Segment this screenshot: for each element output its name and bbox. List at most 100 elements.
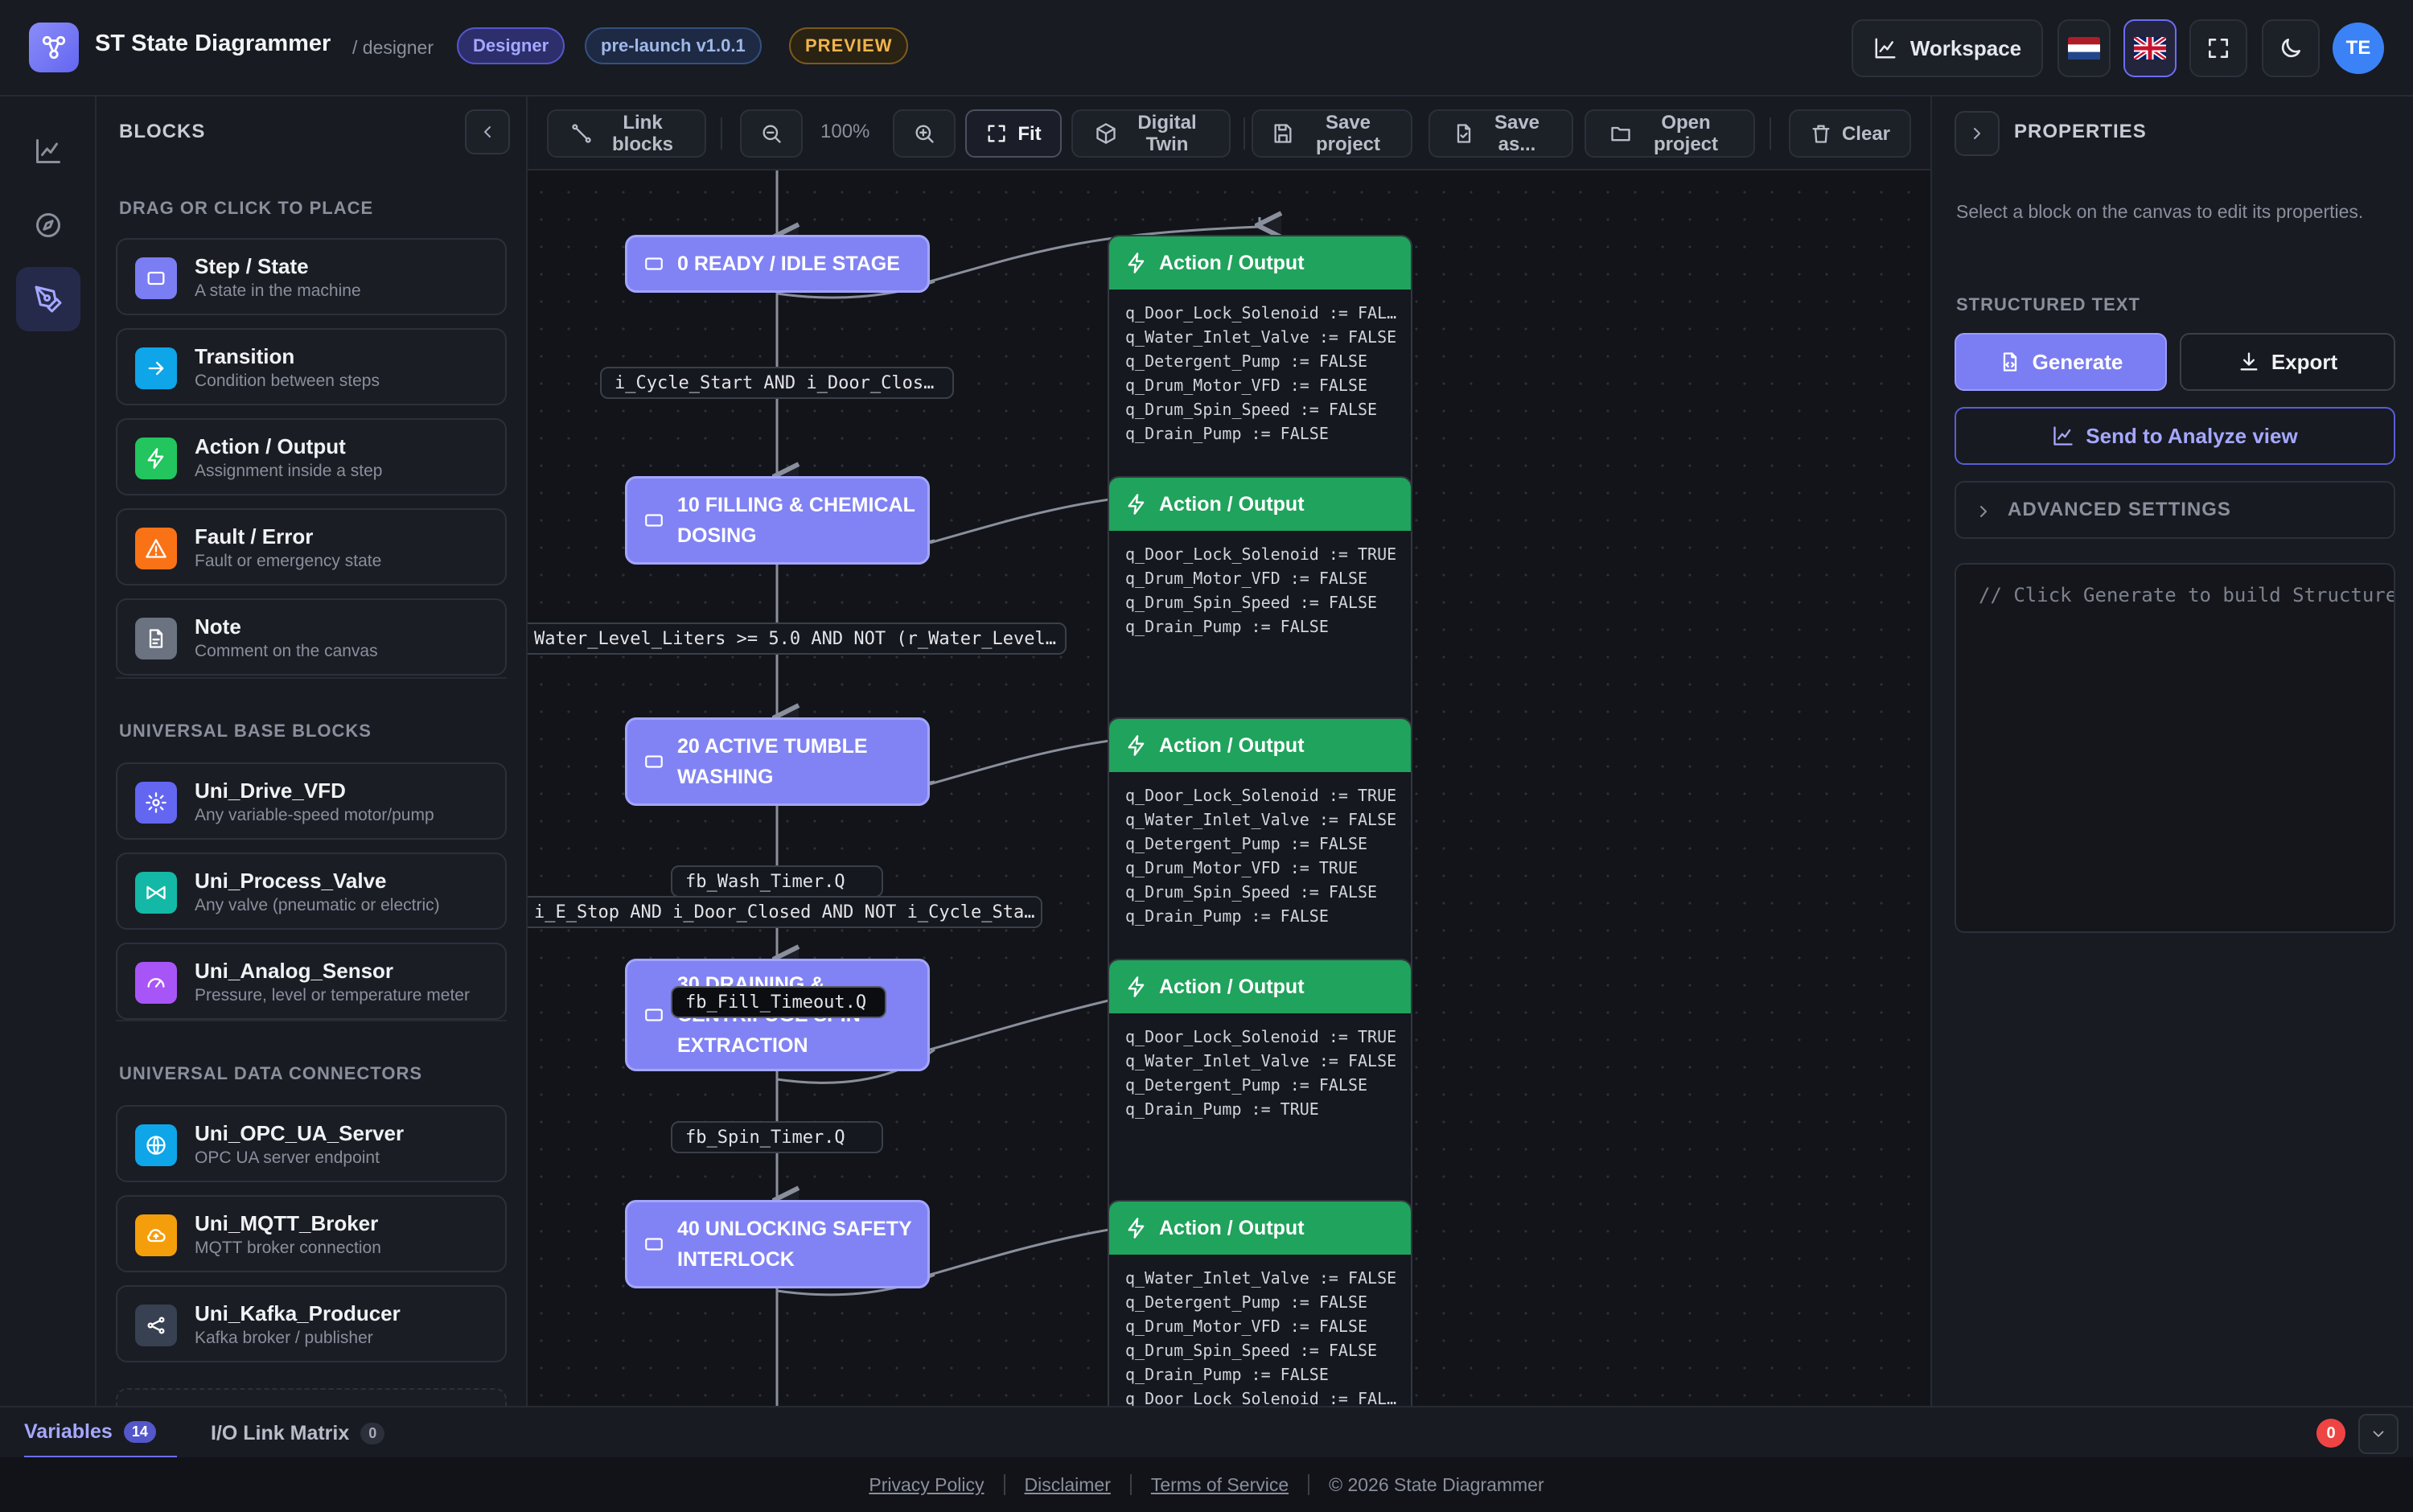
download-icon bbox=[2238, 351, 2260, 373]
rail-analytics-button[interactable] bbox=[16, 119, 80, 183]
zap-icon bbox=[1125, 252, 1148, 274]
state-node[interactable]: 0 READY / IDLE STAGE bbox=[625, 235, 930, 293]
toolbar-divider bbox=[721, 117, 722, 150]
diagram-canvas[interactable]: Link blocks 100% Fit Digital Twin Save p… bbox=[528, 97, 1930, 1406]
state-node[interactable]: 10 FILLING & CHEMICAL DOSING bbox=[625, 476, 930, 565]
block-card-description: OPC UA server endpoint bbox=[195, 1148, 380, 1167]
square-icon bbox=[643, 253, 664, 274]
collapse-blocks-button[interactable] bbox=[465, 109, 510, 154]
user-avatar[interactable]: TE bbox=[2333, 23, 2384, 74]
action-line: q_Detergent_Pump := FALSE bbox=[1125, 1292, 1368, 1312]
clear-button[interactable]: Clear bbox=[1789, 109, 1911, 158]
collapse-properties-button[interactable] bbox=[1955, 111, 2000, 156]
terms-of-service-link[interactable]: Terms of Service bbox=[1151, 1474, 1289, 1496]
clear-label: Clear bbox=[1841, 122, 1891, 145]
language-en-button[interactable] bbox=[2123, 19, 2177, 77]
warning-icon bbox=[135, 528, 177, 569]
cube-icon bbox=[1095, 122, 1117, 145]
cloud-icon bbox=[135, 1214, 177, 1256]
block-card[interactable]: Action / Output Assignment inside a step bbox=[116, 418, 507, 495]
action-node[interactable]: Action / Output q_Water_Inlet_Valve := F… bbox=[1108, 1200, 1412, 1406]
action-header: Action / Output bbox=[1109, 236, 1411, 290]
link-blocks-label: Link blocks bbox=[611, 112, 674, 155]
footer: Privacy Policy Disclaimer Terms of Servi… bbox=[0, 1457, 2413, 1512]
open-project-label: Open project bbox=[1653, 112, 1718, 155]
advanced-settings-label: ADVANCED SETTINGS bbox=[2008, 499, 2231, 520]
transition-condition[interactable]: Water_Level_Liters >= 5.0 AND NOT (r_Wat… bbox=[528, 622, 1067, 655]
zap-icon bbox=[1125, 493, 1148, 516]
gauge-icon bbox=[135, 962, 177, 1004]
toggle-bottom-panel-button[interactable] bbox=[2358, 1414, 2399, 1454]
zoom-in-button[interactable] bbox=[893, 109, 956, 158]
link-icon bbox=[570, 122, 593, 145]
rail-designer-button[interactable] bbox=[16, 267, 80, 331]
tab-io-link-matrix[interactable]: I/O Link Matrix 0 bbox=[211, 1407, 385, 1459]
file-icon bbox=[135, 618, 177, 659]
nav-rail bbox=[0, 97, 97, 1406]
generate-button[interactable]: Generate bbox=[1955, 333, 2167, 391]
block-card[interactable]: Uni_Kafka_Producer Kafka broker / publish… bbox=[116, 1285, 507, 1362]
more-blocks-card[interactable] bbox=[116, 1388, 507, 1406]
action-title: Action / Output bbox=[1159, 1216, 1305, 1239]
block-card[interactable]: Note Comment on the canvas bbox=[116, 598, 507, 676]
action-line: q_Water_Inlet_Valve := FALSE bbox=[1125, 1051, 1397, 1070]
privacy-policy-link[interactable]: Privacy Policy bbox=[869, 1474, 984, 1496]
gear-icon bbox=[135, 782, 177, 824]
block-card[interactable]: Fault / Error Fault or emergency state bbox=[116, 508, 507, 585]
save-as-label: Save as... bbox=[1494, 112, 1540, 155]
square-icon bbox=[643, 1005, 664, 1025]
chevron-right-icon bbox=[1974, 502, 1993, 521]
export-button[interactable]: Export bbox=[2180, 333, 2395, 391]
workspace-button[interactable]: Workspace bbox=[1852, 19, 2043, 77]
block-card[interactable]: Step / State A state in the machine bbox=[116, 238, 507, 315]
action-body: q_Door_Lock_Solenoid := TRUE q_Water_Inl… bbox=[1109, 772, 1411, 928]
rail-explore-button[interactable] bbox=[16, 193, 80, 257]
error-count-badge[interactable]: 0 bbox=[2316, 1419, 2345, 1448]
transition-condition[interactable]: i_Cycle_Start AND i_Door_Clos… bbox=[600, 367, 954, 399]
action-title: Action / Output bbox=[1159, 975, 1305, 998]
tab-variables[interactable]: Variables 14 bbox=[24, 1407, 177, 1459]
block-card[interactable]: Uni_Process_Valve Any valve (pneumatic or… bbox=[116, 853, 507, 930]
block-card[interactable]: Uni_Analog_Sensor Pressure, level or temp… bbox=[116, 943, 507, 1020]
transition-condition[interactable]: fb_Spin_Timer.Q bbox=[671, 1121, 883, 1153]
block-card[interactable]: Uni_Drive_VFD Any variable-speed motor/pu… bbox=[116, 762, 507, 840]
zoom-out-button[interactable] bbox=[740, 109, 803, 158]
advanced-settings-toggle[interactable]: ADVANCED SETTINGS bbox=[1955, 481, 2395, 539]
state-node[interactable]: 20 ACTIVE TUMBLE WASHING bbox=[625, 717, 930, 806]
open-project-button[interactable]: Open project bbox=[1585, 109, 1755, 158]
link-blocks-button[interactable]: Link blocks bbox=[547, 109, 706, 158]
square-icon bbox=[643, 751, 664, 772]
app-logo-icon[interactable] bbox=[29, 23, 79, 72]
properties-title: PROPERTIES bbox=[2014, 121, 2147, 142]
top-header: ST State Diagrammer / designer Designer … bbox=[0, 0, 2413, 97]
generate-label: Generate bbox=[2032, 349, 2123, 374]
block-card-name: Action / Output bbox=[195, 434, 346, 458]
save-project-button[interactable]: Save project bbox=[1252, 109, 1412, 158]
action-body: q_Water_Inlet_Valve := FALSE q_Detergent… bbox=[1109, 1255, 1411, 1406]
chevron-down-icon bbox=[2370, 1425, 2387, 1443]
action-body: q_Door_Lock_Solenoid := TRUE q_Drum_Moto… bbox=[1109, 531, 1411, 639]
language-nl-button[interactable] bbox=[2057, 19, 2111, 77]
digital-twin-button[interactable]: Digital Twin bbox=[1071, 109, 1231, 158]
action-node[interactable]: Action / Output q_Door_Lock_Solenoid := … bbox=[1108, 959, 1412, 1234]
chart-line-icon bbox=[2052, 425, 2074, 447]
code-placeholder: // Click Generate to build Structured Te… bbox=[1979, 584, 2394, 606]
block-card-name: Uni_Analog_Sensor bbox=[195, 959, 394, 983]
state-node[interactable]: 40 UNLOCKING SAFETY INTERLOCK bbox=[625, 1200, 930, 1288]
dark-mode-button[interactable] bbox=[2262, 19, 2320, 77]
send-to-analyze-button[interactable]: Send to Analyze view bbox=[1955, 407, 2395, 465]
transition-condition[interactable]: fb_Wash_Timer.Q bbox=[671, 865, 883, 898]
action-line: q_Door_Lock_Solenoid := FAL… bbox=[1125, 303, 1397, 323]
fit-button[interactable]: Fit bbox=[965, 109, 1062, 158]
structured-text-output[interactable]: // Click Generate to build Structured Te… bbox=[1955, 563, 2395, 933]
action-node[interactable]: Action / Output q_Door_Lock_Solenoid := … bbox=[1108, 476, 1412, 751]
disclaimer-link[interactable]: Disclaimer bbox=[1025, 1474, 1111, 1496]
transition-condition[interactable]: fb_Fill_Timeout.Q bbox=[671, 986, 886, 1018]
fullscreen-button[interactable] bbox=[2189, 19, 2247, 77]
save-as-button[interactable]: Save as... bbox=[1428, 109, 1573, 158]
block-card[interactable]: Uni_MQTT_Broker MQTT broker connection bbox=[116, 1195, 507, 1272]
block-card[interactable]: Transition Condition between steps bbox=[116, 328, 507, 405]
action-line: q_Drum_Motor_VFD := TRUE bbox=[1125, 858, 1358, 877]
block-card[interactable]: Uni_OPC_UA_Server OPC UA server endpoint bbox=[116, 1105, 507, 1182]
transition-condition[interactable]: i_E_Stop AND i_Door_Closed AND NOT i_Cyc… bbox=[528, 896, 1042, 928]
